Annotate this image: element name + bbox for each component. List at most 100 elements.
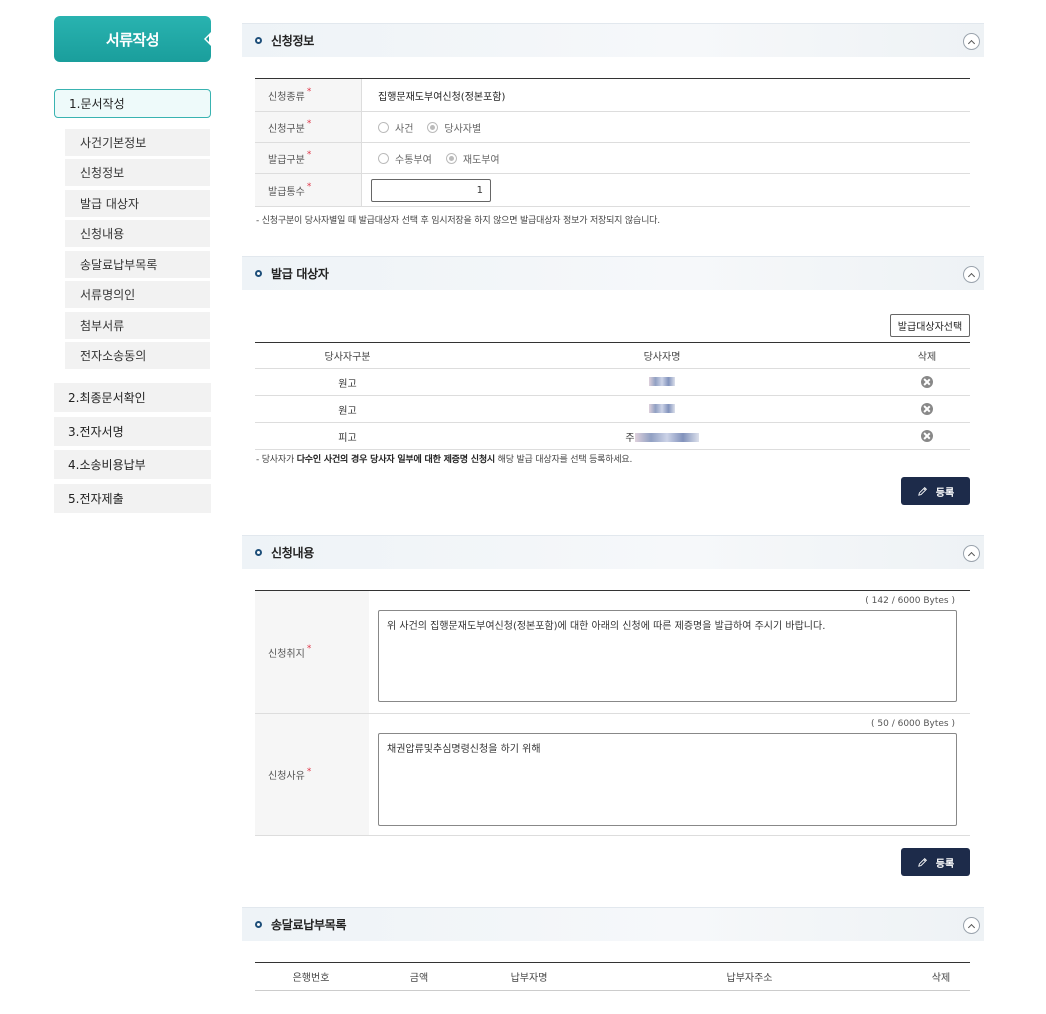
nav-step-e-signature[interactable]: 3.전자서명: [54, 417, 211, 446]
reason-byte-count: ( 50 / 6000 Bytes ): [871, 719, 955, 729]
nav-sub-application-info[interactable]: 신청정보: [65, 159, 210, 186]
radio-label: 수통부여: [395, 154, 432, 166]
required-mark: *: [306, 644, 312, 654]
section-title: 송달료납부목록: [271, 918, 347, 932]
nav-sub-label: 송달료납부목록: [80, 258, 158, 272]
label-text: 신청취지: [268, 648, 305, 660]
register-contents-button[interactable]: 등록: [901, 848, 970, 876]
column-header: 납부자주소: [726, 973, 773, 984]
note-bold-text: 다수인 사건의 경우 당사자 일부에 대한 제증명 신청시: [296, 455, 495, 465]
nav-step-label: 2.최종문서확인: [68, 391, 146, 405]
section-title: 신청내용: [271, 546, 314, 560]
redacted-name: [649, 377, 675, 386]
pencil-icon: [918, 857, 927, 867]
party-name: 주: [440, 429, 884, 444]
party-type: 피고: [338, 432, 357, 444]
row-reason: 신청사유 * ( 50 / 6000 Bytes ) 채권압류및추심명령신청을 하…: [255, 714, 970, 836]
party-type: 원고: [338, 378, 357, 390]
radio-label: 당사자별: [444, 123, 482, 135]
column-header: 당사자구분: [324, 352, 371, 363]
row-application-gubun: 신청구분 * 사건 당사자별: [255, 112, 970, 143]
collapse-arrow-icon[interactable]: [204, 31, 212, 47]
bullet-icon: [255, 37, 262, 44]
nav-step-final-check[interactable]: 2.최종문서확인: [54, 383, 211, 412]
collapse-icon[interactable]: [963, 917, 980, 934]
party-name-text: 주: [625, 432, 635, 444]
collapse-icon[interactable]: [963, 33, 980, 50]
nav-step-document-write[interactable]: 1.문서작성: [54, 89, 211, 118]
select-targets-button[interactable]: 발급대상자선택: [890, 314, 970, 337]
reason-textarea[interactable]: 채권압류및추심명령신청을 하기 위해: [378, 733, 957, 826]
targets-table: 당사자구분 당사자명 삭제 원고 원고 피고 주: [255, 342, 970, 450]
redacted-name: [649, 404, 675, 413]
nav-sub-document-owner[interactable]: 서류명의인: [65, 281, 210, 308]
purpose-textarea[interactable]: 위 사건의 집행문재도부여신청(정본포함)에 대한 아래의 신청에 따른 제증명…: [378, 610, 957, 702]
delete-icon[interactable]: [921, 430, 933, 442]
nav-sub-postage[interactable]: 송달료납부목록: [65, 251, 210, 278]
nav-step-label: 1.문서작성: [69, 97, 125, 111]
radio-reissue[interactable]: 재도부여: [445, 151, 500, 166]
label-reason: 신청사유 *: [255, 714, 369, 835]
label-text: 신청사유: [268, 771, 305, 782]
column-header: 납부자명: [510, 973, 548, 984]
column-header: 삭제: [931, 973, 951, 984]
radio-circle[interactable]: [378, 152, 389, 164]
section-header-application-info: 신청정보: [242, 23, 984, 57]
required-mark: *: [306, 766, 312, 777]
nav-step-e-submit[interactable]: 5.전자제출: [54, 484, 211, 513]
radio-multiple-issue[interactable]: 수통부여: [378, 151, 432, 166]
radio-label: 재도부여: [462, 154, 500, 166]
note-text: - 당사자가: [256, 455, 297, 465]
page: 서류작성 1.문서작성 사건기본정보 신청정보 발급 대상자 신청내용 송달료납…: [0, 0, 1046, 1014]
delete-icon[interactable]: [921, 376, 933, 388]
register-targets-button[interactable]: 등록: [901, 477, 970, 505]
column-header: 당사자명: [643, 352, 681, 363]
issue-count-input[interactable]: 1: [371, 178, 491, 202]
label-text: 발급구분: [268, 154, 305, 166]
section-header-postage: 송달료납부목록: [242, 907, 984, 941]
party-name: [440, 377, 884, 388]
nav-sub-targets[interactable]: 발급 대상자: [65, 190, 210, 217]
nav-sub-label: 신청내용: [80, 227, 125, 241]
nav-sub-label: 전자소송동의: [80, 349, 147, 363]
nav-sub-attachments[interactable]: 첨부서류: [65, 312, 210, 339]
button-label: 등록: [935, 487, 955, 499]
section-header-targets: 발급 대상자: [242, 256, 984, 290]
collapse-icon[interactable]: [963, 266, 980, 283]
nav-sub-case-info[interactable]: 사건기본정보: [65, 129, 210, 156]
table-header: 당사자구분 당사자명 삭제: [255, 343, 970, 369]
radio-circle-selected[interactable]: [445, 152, 457, 164]
application-info-note: - 신청구분이 당사자별일 때 발급대상자 선택 후 임시저장을 하지 않으면 …: [256, 216, 660, 226]
row-purpose: 신청취지 * ( 142 / 6000 Bytes ) 위 사건의 집행문재도부여…: [255, 591, 970, 714]
radio-case[interactable]: 사건: [378, 120, 413, 135]
radio-label: 사건: [395, 123, 414, 135]
nav-sub-e-litigation-consent[interactable]: 전자소송동의: [65, 342, 210, 369]
nav-step-label: 3.전자서명: [68, 425, 124, 439]
column-header: 은행번호: [292, 973, 330, 984]
radio-per-party[interactable]: 당사자별: [427, 120, 481, 135]
nav-sub-contents[interactable]: 신청내용: [65, 220, 210, 247]
application-type-value: 집행문재도부여신청(정본포함): [378, 91, 506, 103]
label-issue-gubun: 발급구분 *: [255, 143, 362, 173]
radio-circle[interactable]: [378, 121, 389, 133]
required-mark: *: [306, 182, 312, 192]
row-issue-gubun: 발급구분 * 수통부여 재도부여: [255, 143, 970, 174]
label-text: 신청구분: [268, 123, 305, 135]
targets-note: - 당사자가 다수인 사건의 경우 당사자 일부에 대한 제증명 신청시 해당 …: [256, 452, 632, 465]
radio-circle-selected[interactable]: [427, 121, 439, 133]
party-type: 원고: [338, 405, 357, 417]
table-header: 은행번호 금액 납부자명 납부자주소 삭제: [255, 963, 970, 991]
label-application-gubun: 신청구분 *: [255, 112, 362, 142]
delete-icon[interactable]: [921, 403, 933, 415]
note-text: 해당 발급 대상자를 선택 등록하세요.: [495, 455, 633, 465]
bullet-icon: [255, 270, 262, 277]
row-issue-count: 발급통수 * 1: [255, 174, 970, 207]
label-issue-count: 발급통수 *: [255, 174, 362, 206]
collapse-icon[interactable]: [963, 545, 980, 562]
nav-sub-label: 발급 대상자: [80, 197, 140, 211]
nav-step-payment[interactable]: 4.소송비용납부: [54, 450, 211, 479]
bullet-icon: [255, 921, 262, 928]
nav-sub-label: 첨부서류: [80, 319, 125, 333]
pencil-icon: [918, 486, 927, 496]
required-mark: *: [306, 150, 312, 160]
